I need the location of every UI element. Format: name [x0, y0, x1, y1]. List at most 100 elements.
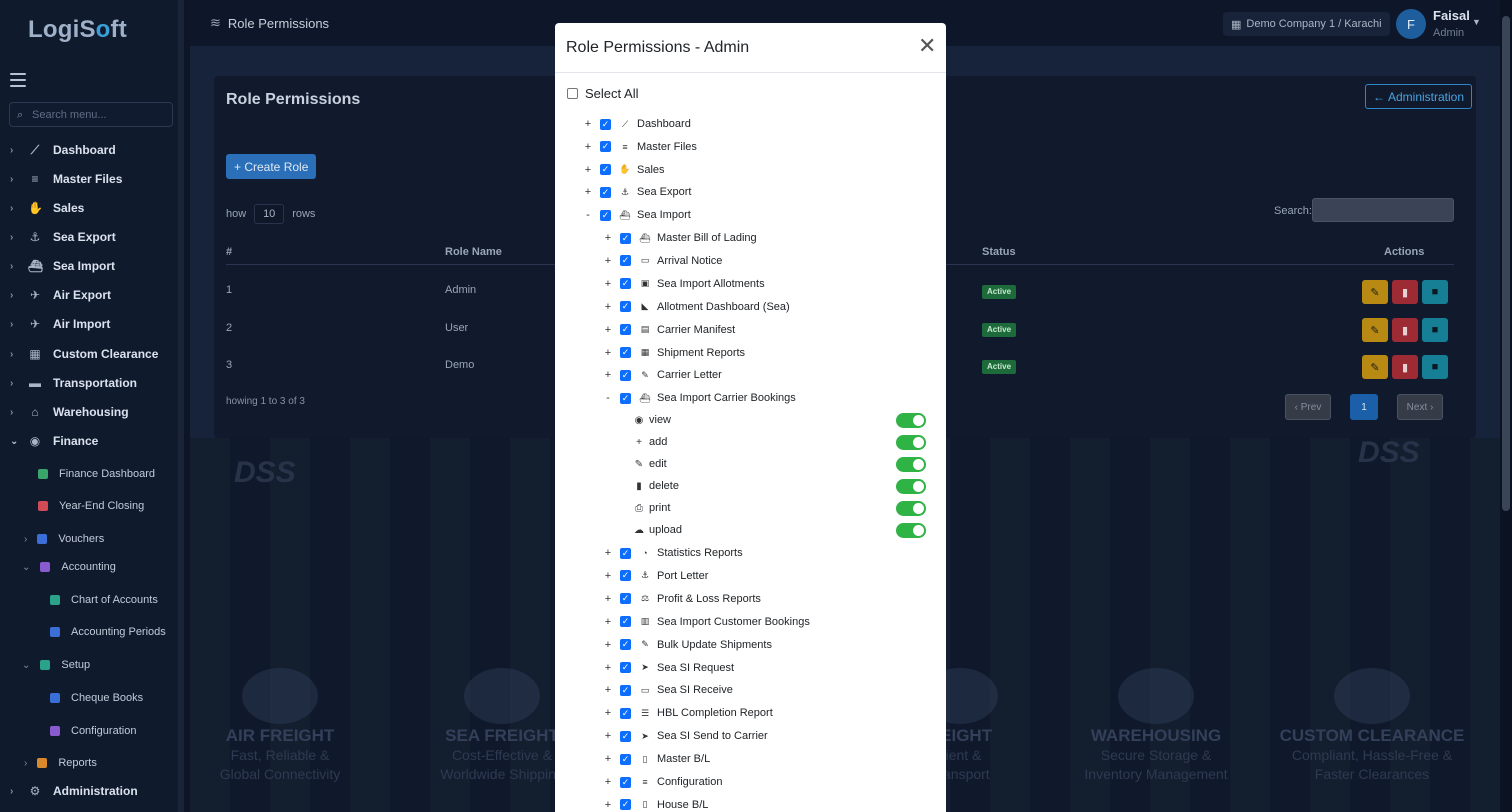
permission-checkbox[interactable]: ✓: [620, 662, 631, 673]
sidebar-subitem-accounting[interactable]: ⌄ Accounting: [0, 556, 180, 578]
next-page-button[interactable]: Next ›: [1397, 394, 1443, 420]
sidebar-subitem-accounting-periods[interactable]: Accounting Periods: [0, 621, 180, 643]
permission-checkbox[interactable]: ✓: [600, 141, 611, 153]
permission-checkbox[interactable]: ✓: [600, 118, 611, 130]
expand-toggle[interactable]: +: [603, 278, 613, 290]
expand-toggle[interactable]: +: [603, 684, 613, 696]
expand-toggle[interactable]: +: [603, 232, 613, 244]
menu-toggle-icon[interactable]: [10, 73, 26, 87]
sidebar-item-finance[interactable]: ⌄ ◉ Finance: [0, 428, 180, 454]
expand-toggle[interactable]: +: [603, 593, 613, 605]
create-role-button[interactable]: + Create Role: [226, 154, 317, 179]
sidebar-subitem-vouchers[interactable]: › Vouchers: [0, 528, 180, 550]
avatar[interactable]: F: [1396, 9, 1426, 39]
permission-checkbox[interactable]: ✓: [620, 278, 631, 290]
page-scrollbar[interactable]: [1500, 0, 1512, 812]
sidebar-item-sales[interactable]: › ✋ Sales: [0, 195, 180, 221]
column-header-role-name[interactable]: Role Name: [445, 246, 502, 258]
permission-toggle-view[interactable]: [896, 412, 926, 428]
sidebar-item-dashboard[interactable]: › ⟋ Dashboard: [0, 137, 180, 163]
expand-toggle[interactable]: +: [583, 164, 593, 176]
edit-button[interactable]: ✎: [1362, 355, 1388, 379]
permission-checkbox[interactable]: ✓: [620, 707, 631, 719]
expand-toggle[interactable]: +: [603, 753, 613, 765]
permission-checkbox[interactable]: ✓: [620, 547, 631, 559]
delete-button[interactable]: ▮: [1392, 355, 1418, 379]
permission-checkbox[interactable]: ✓: [620, 639, 631, 651]
sidebar-subitem-reports[interactable]: › Reports: [0, 752, 180, 774]
permission-toggle-upload[interactable]: [896, 522, 926, 538]
permission-checkbox[interactable]: ✓: [620, 301, 631, 313]
expand-toggle[interactable]: +: [603, 324, 613, 336]
expand-toggle[interactable]: +: [603, 799, 613, 811]
delete-button[interactable]: ▮: [1392, 280, 1418, 304]
sidebar-item-transportation[interactable]: › ▬ Transportation: [0, 370, 180, 396]
sidebar-subitem-configuration[interactable]: Configuration: [0, 720, 180, 742]
permission-checkbox[interactable]: ✓: [620, 616, 631, 628]
expand-toggle[interactable]: +: [603, 616, 613, 628]
company-selector[interactable]: ▦ Demo Company 1 / Karachi: [1223, 12, 1390, 36]
permission-checkbox[interactable]: ✓: [620, 730, 631, 742]
scrollbar-thumb[interactable]: [1502, 16, 1510, 511]
delete-button[interactable]: ▮: [1392, 318, 1418, 342]
sidebar-subitem-chart-of-accounts[interactable]: Chart of Accounts: [0, 589, 180, 611]
permission-checkbox[interactable]: ✓: [620, 392, 631, 404]
expand-toggle[interactable]: +: [583, 118, 593, 130]
prev-page-button[interactable]: ‹ Prev: [1285, 394, 1331, 420]
permission-checkbox[interactable]: ✓: [620, 324, 631, 336]
permission-checkbox[interactable]: ✓: [620, 799, 631, 811]
expand-toggle[interactable]: +: [603, 639, 613, 651]
permissions-button[interactable]: ■: [1422, 280, 1448, 304]
sidebar-item-warehousing[interactable]: › ⌂ Warehousing: [0, 399, 180, 425]
permission-checkbox[interactable]: ✓: [620, 593, 631, 605]
permission-checkbox[interactable]: ✓: [620, 570, 631, 582]
caret-down-icon[interactable]: ▼: [1472, 17, 1481, 27]
column-header-status[interactable]: Status: [982, 246, 1016, 258]
column-header-num[interactable]: #: [226, 246, 232, 258]
close-icon[interactable]: ✕: [918, 35, 936, 57]
permission-toggle-edit[interactable]: [896, 456, 926, 472]
select-all-checkbox[interactable]: [567, 88, 578, 99]
permission-checkbox[interactable]: ✓: [600, 186, 611, 198]
permission-checkbox[interactable]: ✓: [600, 209, 611, 221]
sidebar-item-air-import[interactable]: › ✈ Air Import: [0, 311, 180, 337]
expand-toggle[interactable]: +: [603, 570, 613, 582]
permission-checkbox[interactable]: ✓: [620, 255, 631, 267]
rows-per-page-select[interactable]: 10: [254, 204, 285, 224]
sidebar-item-air-export[interactable]: › ✈ Air Export: [0, 282, 180, 308]
permission-checkbox[interactable]: ✓: [620, 776, 631, 788]
collapse-toggle[interactable]: -: [583, 209, 593, 221]
expand-toggle[interactable]: +: [603, 255, 613, 267]
select-all[interactable]: Select All: [567, 86, 638, 101]
expand-toggle[interactable]: +: [603, 662, 613, 674]
expand-toggle[interactable]: +: [603, 707, 613, 719]
expand-toggle[interactable]: +: [603, 301, 613, 313]
permission-checkbox[interactable]: ✓: [620, 369, 631, 381]
sidebar-subitem-finance-dashboard[interactable]: Finance Dashboard: [0, 463, 180, 485]
user-name[interactable]: Faisal: [1433, 8, 1470, 23]
expand-toggle[interactable]: +: [603, 347, 613, 359]
expand-toggle[interactable]: +: [603, 369, 613, 381]
permissions-button[interactable]: ■: [1422, 355, 1448, 379]
permission-checkbox[interactable]: ✓: [620, 347, 631, 358]
permission-toggle-add[interactable]: [896, 434, 926, 450]
sidebar-subitem-cheque-books[interactable]: Cheque Books: [0, 687, 180, 709]
permission-toggle-delete[interactable]: [896, 478, 926, 494]
expand-toggle[interactable]: +: [583, 186, 593, 198]
table-search-input[interactable]: [1312, 198, 1454, 222]
sidebar-subitem-year-end-closing[interactable]: Year-End Closing: [0, 495, 180, 517]
sidebar-item-master-files[interactable]: › ≡ Master Files: [0, 166, 180, 192]
sidebar-item-administration[interactable]: › ⚙ Administration: [0, 778, 180, 804]
expand-toggle[interactable]: +: [583, 141, 593, 153]
expand-toggle[interactable]: +: [603, 547, 613, 559]
sidebar-subitem-setup[interactable]: ⌄ Setup: [0, 654, 180, 676]
expand-toggle[interactable]: +: [603, 730, 613, 742]
edit-button[interactable]: ✎: [1362, 318, 1388, 342]
sidebar-item-sea-export[interactable]: › ⚓ Sea Export: [0, 224, 180, 250]
sidebar-item-sea-import[interactable]: › ⛴ Sea Import: [0, 253, 180, 279]
sidebar-search-input[interactable]: [32, 106, 168, 124]
permission-checkbox[interactable]: ✓: [620, 684, 631, 696]
permission-toggle-print[interactable]: [896, 500, 926, 516]
sidebar-item-custom-clearance[interactable]: › ▦ Custom Clearance: [0, 341, 180, 367]
permission-checkbox[interactable]: ✓: [620, 753, 631, 765]
